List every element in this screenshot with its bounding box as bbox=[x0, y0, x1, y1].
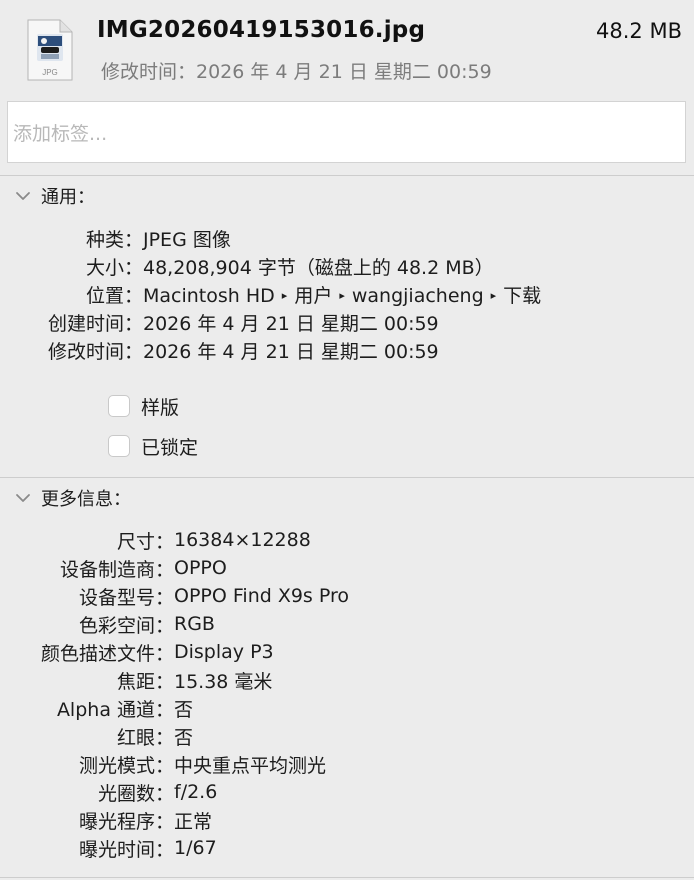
info-label: 尺寸： bbox=[116, 530, 174, 553]
info-row-modified: 修改时间： 2026 年 4 月 21 日 星期二 00:59 bbox=[0, 336, 439, 364]
file-name: IMG20260419153016.jpg bbox=[97, 17, 426, 43]
info-row-f-number: 光圈数： f/2.6 bbox=[0, 778, 217, 806]
info-value: 15.38 毫米 bbox=[174, 670, 273, 693]
chevron-down-icon[interactable] bbox=[14, 187, 32, 205]
stationery-checkbox-row[interactable]: 样版 bbox=[108, 393, 179, 419]
info-label: 位置： bbox=[85, 284, 143, 307]
path-breadcrumb: Macintosh HD ▸ 用户 ▸ wangjiacheng ▸ 下载 bbox=[143, 281, 541, 308]
path-arrow-icon: ▸ bbox=[281, 288, 288, 302]
divider bbox=[0, 877, 694, 878]
info-label: 红眼： bbox=[116, 726, 174, 749]
chevron-down-icon[interactable] bbox=[14, 489, 32, 507]
section-general-header[interactable]: 通用： bbox=[14, 183, 95, 209]
header-modified-date: 修改时间：2026 年 4 月 21 日 星期二 00:59 bbox=[101, 61, 492, 83]
info-row-color-profile: 颜色描述文件： Display P3 bbox=[0, 638, 274, 666]
info-row-dimensions: 尺寸： 16384×12288 bbox=[0, 526, 311, 554]
tags-input[interactable] bbox=[8, 102, 685, 162]
info-label: 创建时间： bbox=[47, 312, 143, 335]
info-label: 曝光时间： bbox=[78, 838, 174, 861]
path-segment[interactable]: 用户 bbox=[294, 285, 332, 307]
tags-field[interactable] bbox=[7, 101, 686, 163]
jpg-file-icon: JPG bbox=[27, 19, 73, 81]
section-more-info-title: 更多信息： bbox=[41, 489, 131, 510]
divider bbox=[0, 175, 694, 176]
info-row-red-eye: 红眼：否 bbox=[0, 722, 193, 750]
info-label: 色彩空间： bbox=[78, 614, 174, 637]
info-row-alpha-channel: Alpha 通道：否 bbox=[0, 694, 193, 722]
info-label: 修改时间： bbox=[47, 340, 143, 363]
info-label: 测光模式： bbox=[78, 754, 174, 777]
info-row-kind: 种类： JPEG 图像 bbox=[0, 224, 231, 252]
info-row-exposure-program: 曝光程序： 正常 bbox=[0, 806, 212, 834]
info-value: OPPO bbox=[174, 557, 227, 579]
info-row-device-model: 设备型号： OPPO Find X9s Pro bbox=[0, 582, 349, 610]
info-label: 设备制造商： bbox=[59, 558, 174, 581]
info-label: 曝光程序： bbox=[78, 810, 174, 833]
info-value: OPPO Find X9s Pro bbox=[174, 585, 350, 607]
info-value: 1/67 bbox=[174, 837, 217, 859]
info-row-device-make: 设备制造商： OPPO bbox=[0, 554, 227, 582]
locked-label[interactable]: 已锁定 bbox=[141, 433, 198, 460]
path-segment[interactable]: Macintosh HD bbox=[143, 285, 275, 307]
info-row-metering-mode: 测光模式： 中央重点平均测光 bbox=[0, 750, 326, 778]
info-row-color-space: 色彩空间： RGB bbox=[0, 610, 215, 638]
info-value: 48,208,904 字节（磁盘上的 48.2 MB） bbox=[143, 256, 494, 279]
file-size: 48.2 MB bbox=[596, 19, 682, 43]
locked-checkbox[interactable] bbox=[108, 435, 130, 457]
stationery-label[interactable]: 样版 bbox=[141, 393, 179, 420]
info-value: Display P3 bbox=[174, 641, 274, 663]
path-segment[interactable]: 下载 bbox=[503, 285, 541, 307]
info-value: f/2.6 bbox=[174, 781, 218, 803]
stationery-checkbox[interactable] bbox=[108, 395, 130, 417]
section-general-title: 通用： bbox=[41, 187, 95, 208]
info-value: 2026 年 4 月 21 日 星期二 00:59 bbox=[143, 340, 439, 363]
info-value: 否 bbox=[174, 698, 194, 721]
info-label: 设备型号： bbox=[78, 586, 174, 609]
info-row-size: 大小： 48,208,904 字节（磁盘上的 48.2 MB） bbox=[0, 252, 494, 280]
info-row-exposure-time: 曝光时间： 1/67 bbox=[0, 834, 217, 862]
info-label: 颜色描述文件： bbox=[40, 642, 174, 665]
info-value: JPEG 图像 bbox=[143, 228, 231, 251]
info-value: 2026 年 4 月 21 日 星期二 00:59 bbox=[143, 312, 439, 335]
info-row-focal-length: 焦距： 15.38 毫米 bbox=[0, 666, 272, 694]
section-more-info-header[interactable]: 更多信息： bbox=[14, 485, 131, 511]
info-value: 16384×12288 bbox=[174, 529, 311, 551]
path-segment[interactable]: wangjiacheng bbox=[352, 285, 484, 307]
info-label: Alpha 通道： bbox=[56, 698, 174, 721]
info-label: 焦距： bbox=[116, 670, 174, 693]
info-label: 大小： bbox=[85, 256, 143, 279]
locked-checkbox-row[interactable]: 已锁定 bbox=[108, 433, 198, 459]
info-value: 否 bbox=[174, 726, 194, 749]
info-row-created: 创建时间： 2026 年 4 月 21 日 星期二 00:59 bbox=[0, 308, 439, 336]
path-arrow-icon: ▸ bbox=[339, 288, 345, 302]
divider bbox=[0, 477, 694, 478]
info-value: RGB bbox=[174, 613, 215, 635]
info-value: 中央重点平均测光 bbox=[174, 754, 327, 777]
file-header: JPG IMG20260419153016.jpg 48.2 MB 修改时间：2… bbox=[0, 0, 694, 96]
path-arrow-icon: ▸ bbox=[490, 288, 497, 302]
info-row-where: 位置： Macintosh HD ▸ 用户 ▸ wangjiacheng ▸ 下载 bbox=[0, 280, 541, 308]
info-label: 种类： bbox=[85, 228, 143, 251]
file-type-caption: JPG bbox=[42, 68, 58, 77]
info-label: 光圈数： bbox=[97, 782, 174, 805]
info-value: 正常 bbox=[174, 810, 213, 833]
